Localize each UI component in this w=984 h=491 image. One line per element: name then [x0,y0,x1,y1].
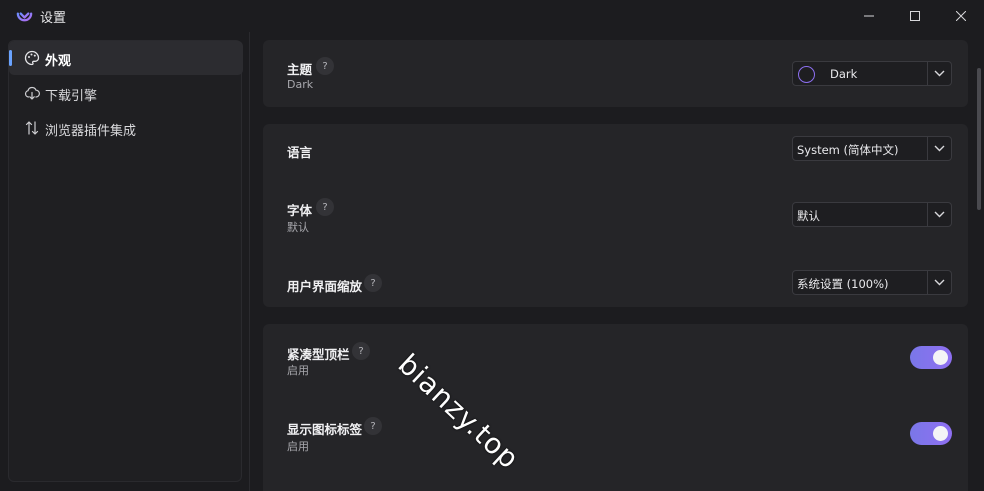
chevron-down-icon [934,70,945,77]
cloud-download-icon [24,86,40,100]
active-indicator [9,50,12,66]
ui-scale-select[interactable]: 系统设置 (100%) [792,270,952,295]
palette-icon [24,50,40,66]
maximize-button[interactable] [892,0,938,32]
pane-divider [249,32,250,491]
chevron-down-icon [934,279,945,286]
maximize-icon [910,11,920,21]
theme-label: 主题 [287,62,313,77]
close-icon [956,11,966,21]
language-label: 语言 [287,145,313,160]
chevron-down-icon [934,211,945,218]
language-select[interactable]: System (简体中文) [792,136,952,161]
app-logo-icon [16,6,33,22]
theme-circle-icon [798,66,815,83]
font-select[interactable]: 默认 [792,202,952,227]
font-help-icon[interactable]: ? [316,198,334,216]
scrollbar-thumb[interactable] [977,68,981,210]
arrows-up-down-icon [25,121,39,135]
window-title: 设置 [40,11,67,26]
minimize-button[interactable] [846,0,892,32]
sidebar-item-label: 外观 [45,54,72,69]
sidebar: 外观 下载引擎 浏览器插件集成 [8,40,243,482]
theme-card: 主题 ? Dark Dark [263,40,968,107]
minimize-icon [864,15,874,17]
show-icon-labels-toggle[interactable] [910,422,952,445]
theme-value-text: Dark [287,78,314,91]
font-value-text: 默认 [287,221,309,234]
theme-help-icon[interactable]: ? [316,57,334,75]
compact-topbar-help-icon[interactable]: ? [352,342,370,360]
show-icon-labels-label: 显示图标标签 [287,422,363,437]
ui-scale-help-icon[interactable]: ? [364,274,382,292]
show-icon-labels-status: 启用 [287,440,309,453]
language-dropdown-button[interactable] [927,137,951,160]
topbar-options-card: 紧凑型顶栏 ? 启用 显示图标标签 ? 启用 [263,324,968,491]
compact-topbar-toggle[interactable] [910,346,952,369]
sidebar-item-label: 下载引擎 [45,89,98,104]
toggle-knob [933,426,948,441]
ui-scale-select-value: 系统设置 (100%) [797,277,889,291]
font-label: 字体 [287,203,313,218]
chevron-down-icon [934,145,945,152]
toggle-knob [933,350,948,365]
language-font-card: 语言 System (简体中文) 字体 ? 默认 默认 用户界面缩放 ? 系统设… [263,124,968,307]
ui-scale-dropdown-button[interactable] [927,271,951,294]
theme-dropdown-button[interactable] [927,62,951,85]
font-dropdown-button[interactable] [927,203,951,226]
compact-topbar-status: 启用 [287,364,309,377]
theme-select[interactable]: Dark [792,61,952,86]
title-bar: 设置 [0,0,984,32]
font-select-value: 默认 [797,209,820,223]
show-icon-labels-help-icon[interactable]: ? [364,417,382,435]
language-select-value: System (简体中文) [797,143,899,157]
sidebar-item-label: 浏览器插件集成 [45,124,137,139]
sidebar-item-download-engine[interactable]: 下载引擎 [9,76,243,110]
theme-select-value: Dark [830,67,858,81]
sidebar-item-browser-integration[interactable]: 浏览器插件集成 [9,111,243,145]
compact-topbar-label: 紧凑型顶栏 [287,347,350,362]
sidebar-item-appearance[interactable]: 外观 [9,41,243,75]
ui-scale-label: 用户界面缩放 [287,279,363,294]
close-button[interactable] [938,0,984,32]
